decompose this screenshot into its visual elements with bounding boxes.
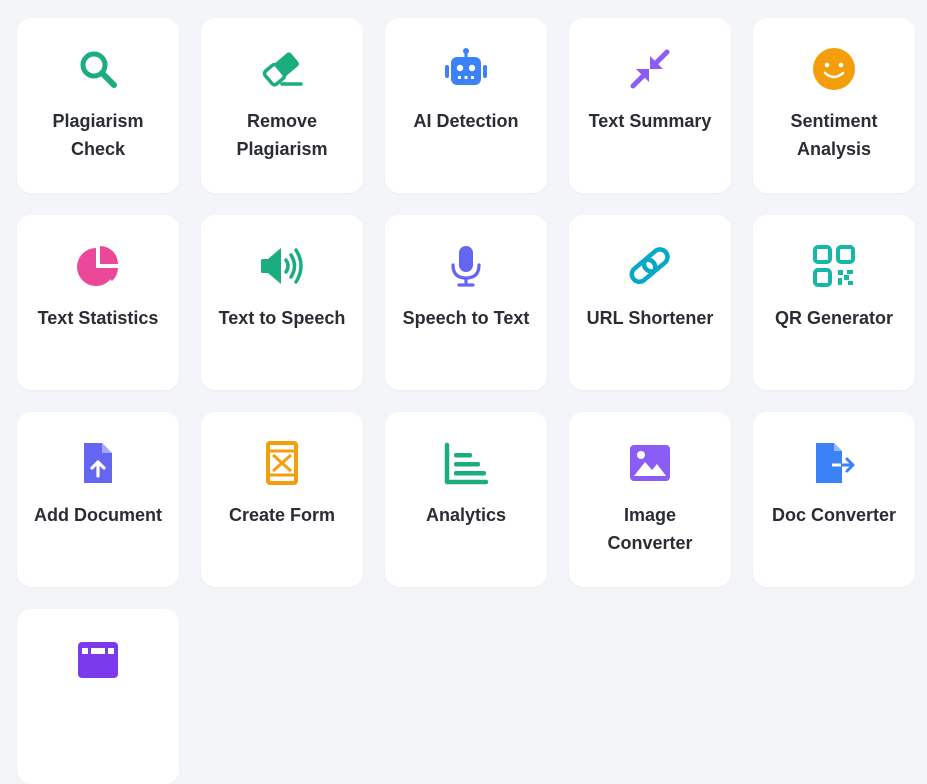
form-icon bbox=[260, 441, 304, 485]
tool-card-text-to-speech[interactable]: Text to Speech bbox=[201, 215, 363, 390]
tool-card-analytics[interactable]: Analytics bbox=[385, 412, 547, 587]
image-icon bbox=[628, 441, 672, 485]
tool-label: Plagiarism Check bbox=[52, 111, 144, 159]
tool-card-url-shortener[interactable]: URL Shortener bbox=[569, 215, 731, 390]
robot-icon bbox=[444, 47, 488, 91]
tool-label: Text Statistics bbox=[37, 308, 159, 328]
tool-label: Speech to Text bbox=[402, 308, 530, 328]
tool-label: QR Generator bbox=[774, 308, 894, 328]
tool-label: Add Document bbox=[34, 505, 162, 525]
tool-label: AI Detection bbox=[413, 111, 519, 131]
tool-card-speech-to-text[interactable]: Speech to Text bbox=[385, 215, 547, 390]
tool-card-text-statistics[interactable]: Text Statistics bbox=[17, 215, 179, 390]
tool-card-create-form[interactable]: Create Form bbox=[201, 412, 363, 587]
tool-card-remove-plagiarism[interactable]: Remove Plagiarism bbox=[201, 18, 363, 193]
tool-card-doc-converter[interactable]: Doc Converter bbox=[753, 412, 915, 587]
qr-code-icon bbox=[812, 244, 856, 288]
microphone-icon bbox=[444, 244, 488, 288]
tool-card-add-document[interactable]: Add Document bbox=[17, 412, 179, 587]
tool-card-text-summary[interactable]: Text Summary bbox=[569, 18, 731, 193]
film-icon bbox=[76, 638, 120, 682]
tool-label: Analytics bbox=[425, 505, 507, 525]
tool-label: Sentiment Analysis bbox=[790, 111, 878, 159]
tool-label: Text to Speech bbox=[218, 308, 346, 328]
file-upload-icon bbox=[76, 441, 120, 485]
tool-card-plagiarism-check[interactable]: Plagiarism Check bbox=[17, 18, 179, 193]
tool-label: Doc Converter bbox=[771, 505, 897, 525]
smiley-icon bbox=[812, 47, 856, 91]
tool-label: Create Form bbox=[228, 505, 336, 525]
link-icon bbox=[628, 244, 672, 288]
pie-chart-icon bbox=[76, 244, 120, 288]
tool-card-qr-generator[interactable]: QR Generator bbox=[753, 215, 915, 390]
tool-label: Image Converter bbox=[607, 505, 693, 553]
tool-card-image-converter[interactable]: Image Converter bbox=[569, 412, 731, 587]
bar-chart-icon bbox=[444, 441, 488, 485]
speaker-icon bbox=[260, 244, 304, 288]
file-export-icon bbox=[812, 441, 856, 485]
tool-card-ai-detection[interactable]: AI Detection bbox=[385, 18, 547, 193]
eraser-icon bbox=[260, 47, 304, 91]
tool-card-sentiment-analysis[interactable]: Sentiment Analysis bbox=[753, 18, 915, 193]
tool-label: Remove Plagiarism bbox=[236, 111, 328, 159]
search-icon bbox=[76, 47, 120, 91]
tool-label: Text Summary bbox=[588, 111, 712, 131]
tools-grid: Plagiarism Check Remove Plagiarism AI De… bbox=[17, 18, 915, 784]
tool-label: URL Shortener bbox=[586, 308, 714, 328]
compress-arrows-icon bbox=[628, 47, 672, 91]
tool-card-video[interactable] bbox=[17, 609, 179, 784]
